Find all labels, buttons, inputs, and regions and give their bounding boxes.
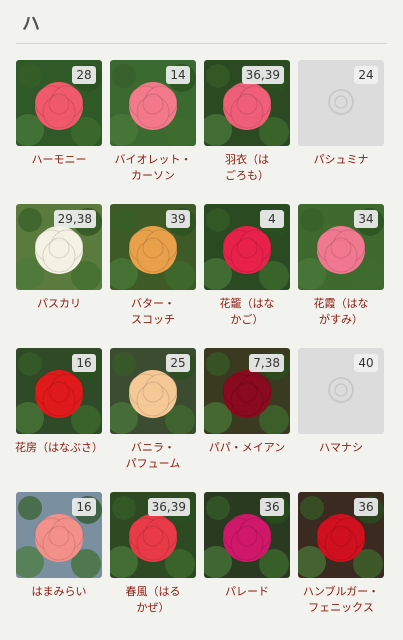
rose-name[interactable]: 花房（はなぶさ）: [12, 440, 106, 456]
rose-thumbnail[interactable]: 36: [204, 492, 290, 578]
rose-card[interactable]: 34 花霞（はな がすみ）: [298, 204, 384, 348]
rose-name[interactable]: 羽衣（は ごろも）: [200, 152, 294, 184]
rose-thumbnail[interactable]: 28: [16, 60, 102, 146]
location-badge: 36: [260, 498, 284, 516]
section-divider: [16, 43, 387, 44]
rose-card[interactable]: 25 バニラ・ パフューム: [110, 348, 196, 492]
location-badge: 25: [166, 354, 190, 372]
rose-name[interactable]: ハマナシ: [294, 440, 388, 456]
rose-name[interactable]: 春風（はる かぜ）: [106, 584, 200, 616]
rose-name[interactable]: バイオレット・ カーソン: [106, 152, 200, 184]
location-badge: 28: [72, 66, 96, 84]
location-badge: 29,38: [53, 210, 96, 228]
rose-name[interactable]: はまみらい: [12, 584, 106, 600]
rose-card[interactable]: 36 パレード: [204, 492, 290, 636]
rose-placeholder-icon[interactable]: 40: [298, 348, 384, 434]
rose-name[interactable]: 花霞（はな がすみ）: [294, 296, 388, 328]
rose-card[interactable]: 28 ハーモニー: [16, 60, 102, 204]
location-badge: 24: [354, 66, 378, 84]
rose-card[interactable]: 16 はまみらい: [16, 492, 102, 636]
rose-card[interactable]: 36,39 春風（はる かぜ）: [110, 492, 196, 636]
rose-grid: 28 ハーモニー 14 バイオレット・ カーソン 36,39 羽衣（は ごろも） 24 パシュ…: [15, 60, 391, 636]
rose-thumbnail[interactable]: 29,38: [16, 204, 102, 290]
location-badge: 4: [260, 210, 284, 228]
rose-card[interactable]: 16 花房（はなぶさ）: [15, 348, 103, 492]
location-badge: 7,38: [249, 354, 284, 372]
rose-card[interactable]: 36 ハンブルガー・ フェニックス: [298, 492, 384, 636]
location-badge: 39: [166, 210, 190, 228]
rose-name[interactable]: パパ・メイアン: [200, 440, 294, 456]
location-badge: 36,39: [147, 498, 190, 516]
rose-card[interactable]: 39 バター・ スコッチ: [110, 204, 196, 348]
rose-name[interactable]: バター・ スコッチ: [106, 296, 200, 328]
location-badge: 36,39: [241, 66, 284, 84]
rose-name[interactable]: パレード: [200, 584, 294, 600]
location-badge: 16: [72, 354, 96, 372]
rose-thumbnail[interactable]: 4: [204, 204, 290, 290]
rose-name[interactable]: パシュミナ: [294, 152, 388, 168]
rose-card[interactable]: 24 パシュミナ: [298, 60, 384, 204]
rose-card[interactable]: 36,39 羽衣（は ごろも）: [204, 60, 290, 204]
rose-name[interactable]: 花籠（はな かご）: [200, 296, 294, 328]
location-badge: 14: [166, 66, 190, 84]
rose-thumbnail[interactable]: 14: [110, 60, 196, 146]
rose-thumbnail[interactable]: 7,38: [204, 348, 290, 434]
rose-thumbnail[interactable]: 36: [298, 492, 384, 578]
rose-thumbnail[interactable]: 36,39: [110, 492, 196, 578]
section-title: ハ: [22, 14, 40, 35]
location-badge: 34: [354, 210, 378, 228]
rose-name[interactable]: パスカリ: [12, 296, 106, 312]
rose-thumbnail[interactable]: 16: [16, 492, 102, 578]
rose-thumbnail[interactable]: 39: [110, 204, 196, 290]
rose-name[interactable]: ハンブルガー・ フェニックス: [294, 584, 388, 616]
rose-thumbnail[interactable]: 34: [298, 204, 384, 290]
rose-card[interactable]: 7,38 パパ・メイアン: [204, 348, 290, 492]
rose-card[interactable]: 29,38 パスカリ: [16, 204, 102, 348]
rose-name[interactable]: ハーモニー: [12, 152, 106, 168]
rose-thumbnail[interactable]: 36,39: [204, 60, 290, 146]
rose-card[interactable]: 40 ハマナシ: [298, 348, 384, 492]
location-badge: 40: [354, 354, 378, 372]
rose-placeholder-icon[interactable]: 24: [298, 60, 384, 146]
rose-name[interactable]: バニラ・ パフューム: [106, 440, 200, 472]
rose-card[interactable]: 4 花籠（はな かご）: [204, 204, 290, 348]
rose-thumbnail[interactable]: 25: [110, 348, 196, 434]
rose-thumbnail[interactable]: 16: [16, 348, 102, 434]
location-badge: 16: [72, 498, 96, 516]
location-badge: 36: [354, 498, 378, 516]
rose-card[interactable]: 14 バイオレット・ カーソン: [110, 60, 196, 204]
